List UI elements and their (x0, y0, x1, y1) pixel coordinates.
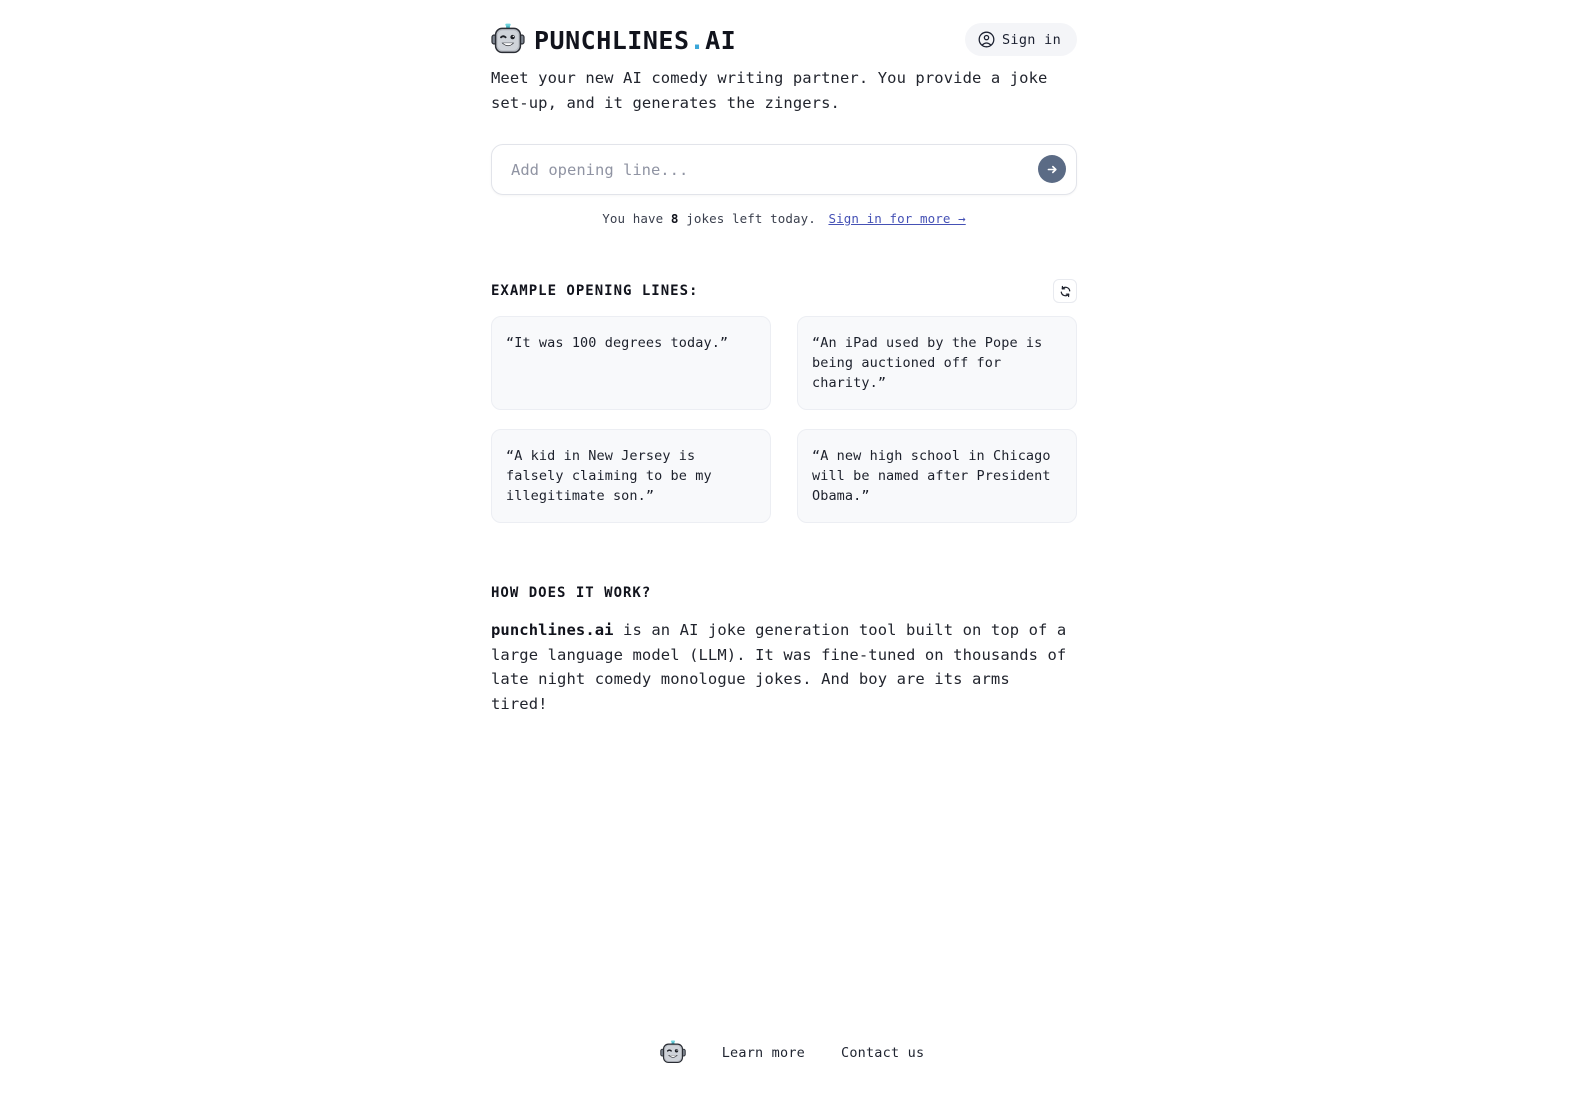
quota-suffix: jokes left today. (686, 211, 816, 226)
footer-link-contact-us[interactable]: Contact us (841, 1045, 924, 1061)
example-card[interactable]: “A kid in New Jersey is falsely claiming… (491, 429, 771, 523)
example-card[interactable]: “It was 100 degrees today.” (491, 316, 771, 410)
brand-logo-link[interactable]: PUNCHLINES.AI (491, 23, 736, 57)
brand-wordmark: PUNCHLINES.AI (534, 28, 736, 53)
robot-head-icon[interactable] (660, 1040, 686, 1066)
page-root: PUNCHLINES.AI Sign in Meet your new AI c… (0, 0, 1584, 1105)
site-footer: Learn more Contact us (0, 1040, 1584, 1066)
opening-line-input[interactable] (491, 144, 1077, 195)
quota-prefix: You have (602, 211, 664, 226)
user-circle-icon (978, 31, 995, 48)
example-card[interactable]: “A new high school in Chicago will be na… (797, 429, 1077, 523)
examples-grid: “It was 100 degrees today.” “An iPad use… (491, 316, 1077, 523)
sign-in-label: Sign in (1002, 31, 1061, 48)
brand-name-suffix: AI (705, 25, 737, 55)
refresh-examples-button[interactable] (1053, 279, 1077, 303)
examples-title: EXAMPLE OPENING LINES: (491, 283, 699, 299)
quota-signin-link[interactable]: Sign in for more → (828, 211, 965, 226)
brand-name-main: PUNCHLINES (534, 25, 690, 55)
sign-in-button[interactable]: Sign in (965, 23, 1077, 56)
composer (491, 144, 1077, 195)
content-column: PUNCHLINES.AI Sign in Meet your new AI c… (491, 0, 1077, 716)
site-header: PUNCHLINES.AI Sign in (491, 0, 1077, 62)
examples-section: EXAMPLE OPENING LINES: “It was 100 degre… (491, 278, 1077, 523)
how-it-works-title: HOW DOES IT WORK? (491, 585, 652, 601)
examples-header: EXAMPLE OPENING LINES: (491, 278, 1077, 304)
refresh-icon (1060, 285, 1070, 297)
footer-link-learn-more[interactable]: Learn more (722, 1045, 805, 1061)
arrow-right-icon (1047, 165, 1057, 173)
submit-button[interactable] (1038, 155, 1066, 183)
quota-line: You have 8 jokes left today. Sign in for… (491, 211, 1077, 226)
brand-name-dot: . (689, 25, 706, 55)
robot-head-icon (491, 23, 525, 54)
example-card[interactable]: “An iPad used by the Pope is being aucti… (797, 316, 1077, 410)
how-it-works-body: punchlines.ai is an AI joke generation t… (491, 618, 1073, 716)
hero-tagline: Meet your new AI comedy writing partner.… (491, 69, 1048, 112)
how-it-works-section: HOW DOES IT WORK? punchlines.ai is an AI… (491, 585, 1077, 716)
how-brand-name: punchlines.ai (491, 621, 614, 639)
quota-count: 8 (670, 211, 679, 226)
